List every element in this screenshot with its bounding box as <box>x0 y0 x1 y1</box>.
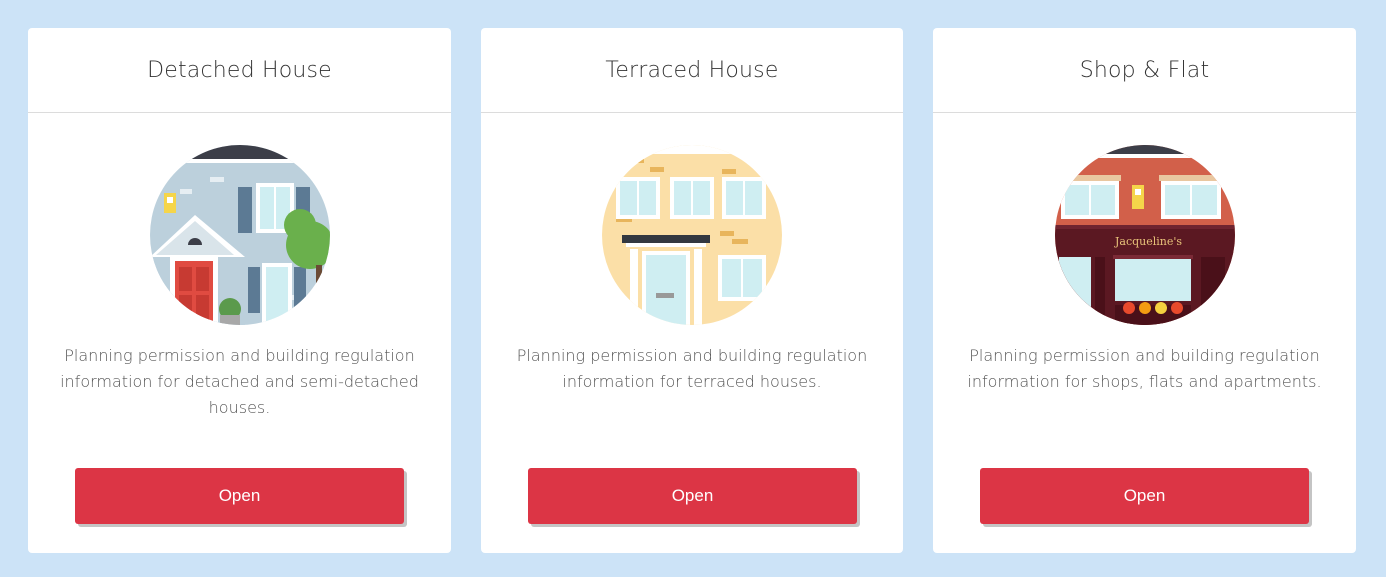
card-description: Planning permission and building regulat… <box>60 346 419 417</box>
open-button-detached-house[interactable]: Open <box>75 468 404 524</box>
card-terraced-house: Terraced House Planning permission and b… <box>481 28 903 553</box>
open-button-shop-and-flat[interactable]: Open <box>980 468 1309 524</box>
card-header: Detached House <box>28 28 451 113</box>
card-shop-and-flat: Shop & Flat Jacqueline's Planning permis… <box>933 28 1356 553</box>
card-title: Terraced House <box>605 57 779 83</box>
card-title: Detached House <box>147 57 332 83</box>
card-header: Terraced House <box>481 28 903 113</box>
open-button-terraced-house[interactable]: Open <box>528 468 857 524</box>
shop-sign-text: Jacqueline's <box>1114 235 1182 248</box>
card-detached-house: Detached House Planning permission and b… <box>28 28 451 553</box>
card-title: Shop & Flat <box>1079 57 1210 83</box>
card-description: Planning permission and building regulat… <box>516 346 868 391</box>
card-header: Shop & Flat <box>933 28 1356 113</box>
shop-and-flat-illustration: Jacqueline's <box>1054 145 1235 325</box>
detached-house-illustration <box>149 145 330 325</box>
card-description: Planning permission and building regulat… <box>967 346 1322 391</box>
terraced-house-illustration <box>602 145 782 325</box>
